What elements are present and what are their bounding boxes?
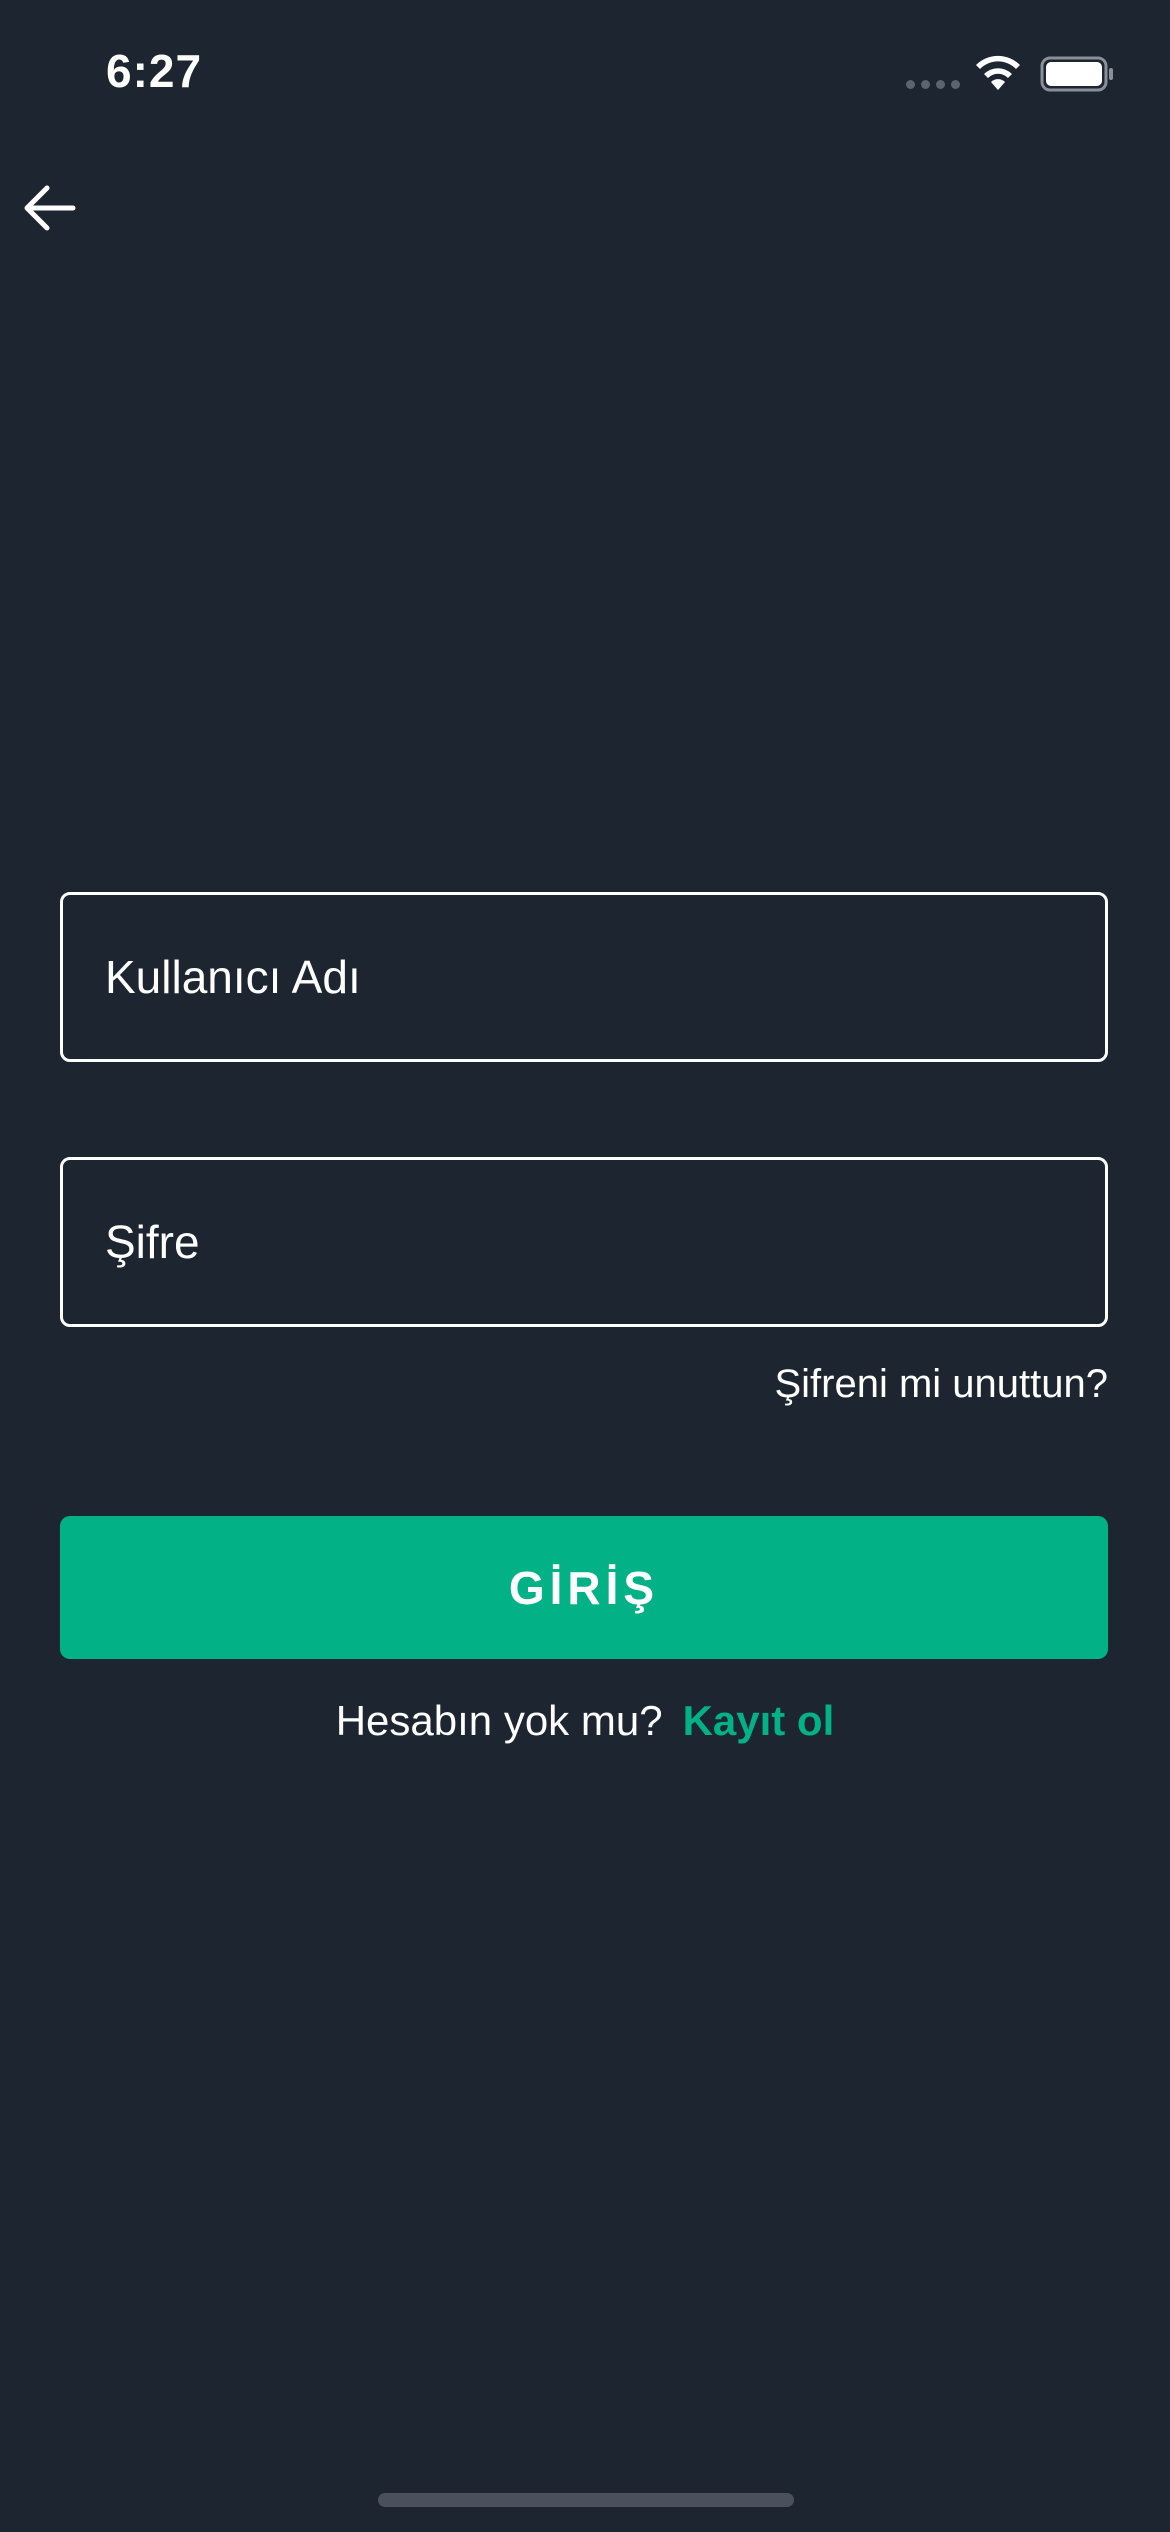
back-button[interactable] xyxy=(14,172,86,244)
password-field[interactable]: Şifre xyxy=(60,1157,1108,1327)
username-field[interactable]: Kullanıcı Adı xyxy=(60,892,1108,1062)
signup-row: Hesabın yok mu? Kayıt ol xyxy=(0,1697,1170,1745)
signup-question: Hesabın yok mu? xyxy=(335,1697,663,1744)
username-placeholder: Kullanıcı Adı xyxy=(105,951,361,1003)
forgot-password-link[interactable]: Şifreni mi unuttun? xyxy=(774,1362,1108,1407)
status-time: 6:27 xyxy=(106,45,203,97)
signup-link[interactable]: Kayıt ol xyxy=(683,1697,835,1745)
login-button[interactable]: GİRİŞ xyxy=(60,1516,1108,1659)
password-placeholder: Şifre xyxy=(105,1216,200,1268)
cellular-signal-icon xyxy=(906,80,960,89)
wifi-icon xyxy=(976,55,1020,90)
arrow-left-icon xyxy=(24,185,76,231)
battery-icon xyxy=(1040,56,1113,92)
home-indicator xyxy=(378,2493,794,2507)
status-bar: 6:27 xyxy=(0,0,1170,150)
